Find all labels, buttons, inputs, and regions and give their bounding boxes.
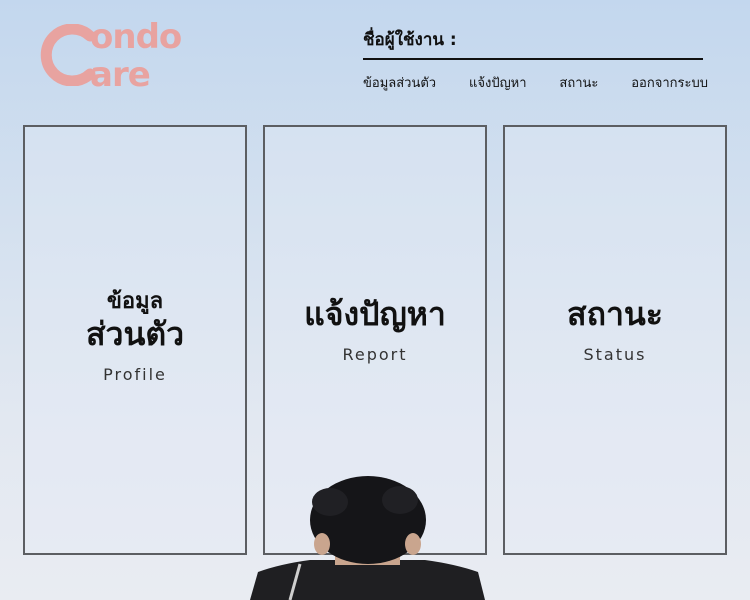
status-card-title: สถานะ bbox=[567, 295, 663, 333]
report-card-title: แจ้งปัญหา bbox=[304, 295, 446, 333]
profile-card-title-line-2: ส่วนตัว bbox=[85, 315, 185, 353]
nav-report[interactable]: แจ้งปัญหา bbox=[469, 72, 527, 93]
nav-profile[interactable]: ข้อมูลส่วนตัว bbox=[363, 72, 436, 93]
profile-card-title-line-1: ข้อมูล bbox=[106, 289, 164, 314]
username-label: ชื่อผู้ใช้งาน : bbox=[363, 30, 457, 50]
condo-care-logo[interactable]: ondo are bbox=[40, 18, 190, 96]
logo-line-2: are bbox=[90, 55, 151, 95]
nav-status[interactable]: สถานะ bbox=[559, 72, 598, 93]
profile-card-subtitle: Profile bbox=[103, 365, 167, 384]
nav-logout[interactable]: ออกจากระบบ bbox=[631, 72, 708, 93]
background-person-photo bbox=[250, 472, 485, 600]
status-card-subtitle: Status bbox=[583, 345, 647, 364]
report-card-subtitle: Report bbox=[342, 345, 408, 364]
top-nav: ข้อมูลส่วนตัว แจ้งปัญหา สถานะ ออกจากระบบ bbox=[363, 72, 708, 93]
profile-card[interactable]: ข้อมูล ส่วนตัว Profile bbox=[23, 125, 247, 555]
username-field: ชื่อผู้ใช้งาน : bbox=[363, 28, 703, 60]
status-card[interactable]: สถานะ Status bbox=[503, 125, 727, 555]
logo-line-1: ondo bbox=[90, 17, 182, 57]
